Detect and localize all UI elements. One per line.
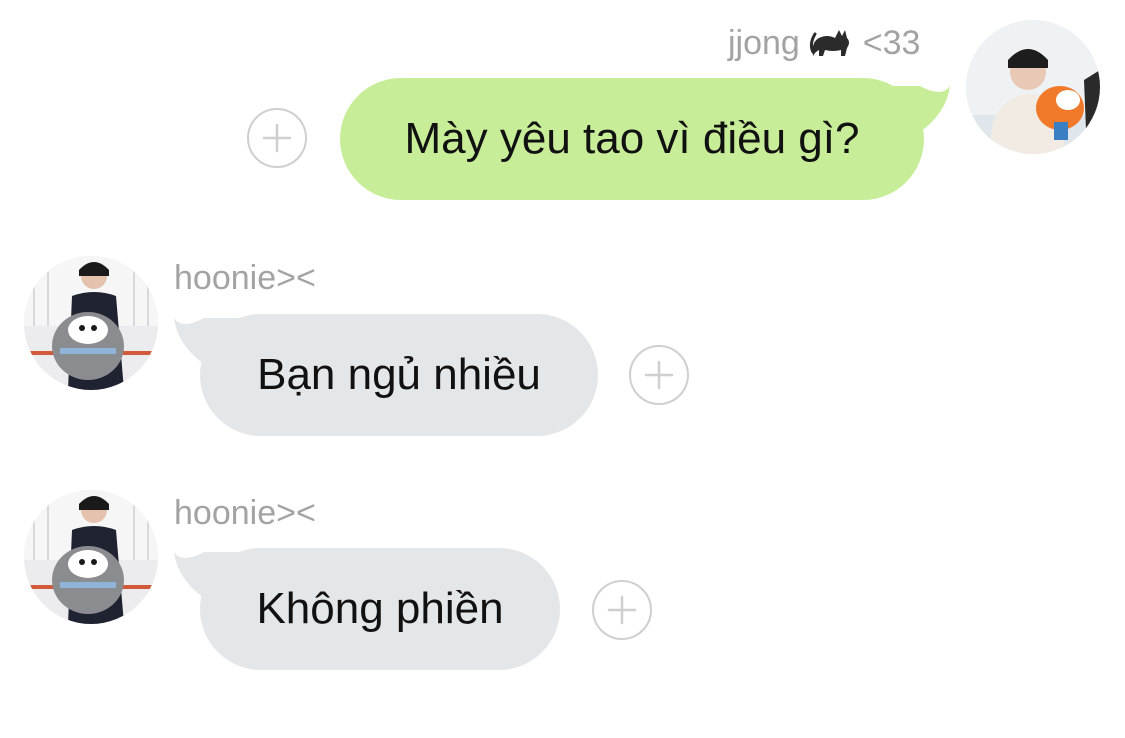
- message-text: Mày yêu tao vì điều gì?: [404, 114, 860, 163]
- avatar-jjong[interactable]: [966, 20, 1100, 154]
- message-bubble-received[interactable]: Không phiền: [200, 548, 560, 670]
- add-reaction-button-3[interactable]: [592, 580, 652, 640]
- sender-name-row: jjong <33: [728, 22, 920, 69]
- add-reaction-button-2[interactable]: [629, 345, 689, 405]
- message-text: Bạn ngủ nhiều: [257, 350, 541, 399]
- add-reaction-button-1[interactable]: [247, 108, 307, 168]
- avatar-hoonie[interactable]: [24, 490, 158, 624]
- chat-thread: jjong <33 Mày yêu tao vì điều gì? hoonie…: [0, 0, 1125, 738]
- plus-circle-icon: [262, 123, 292, 153]
- sender-name: jjong: [728, 24, 800, 62]
- message-bubble-received[interactable]: Bạn ngủ nhiều: [200, 314, 598, 436]
- avatar-hoonie[interactable]: [24, 256, 158, 390]
- plus-circle-icon: [607, 595, 637, 625]
- sender-name: hoonie><: [174, 259, 316, 297]
- cat-icon: [809, 22, 853, 69]
- sender-suffix: <33: [862, 24, 921, 62]
- plus-circle-icon: [644, 360, 674, 390]
- message-bubble-sent[interactable]: Mày yêu tao vì điều gì?: [340, 78, 924, 200]
- message-text: Không phiền: [256, 584, 504, 633]
- sender-name: hoonie><: [174, 494, 316, 532]
